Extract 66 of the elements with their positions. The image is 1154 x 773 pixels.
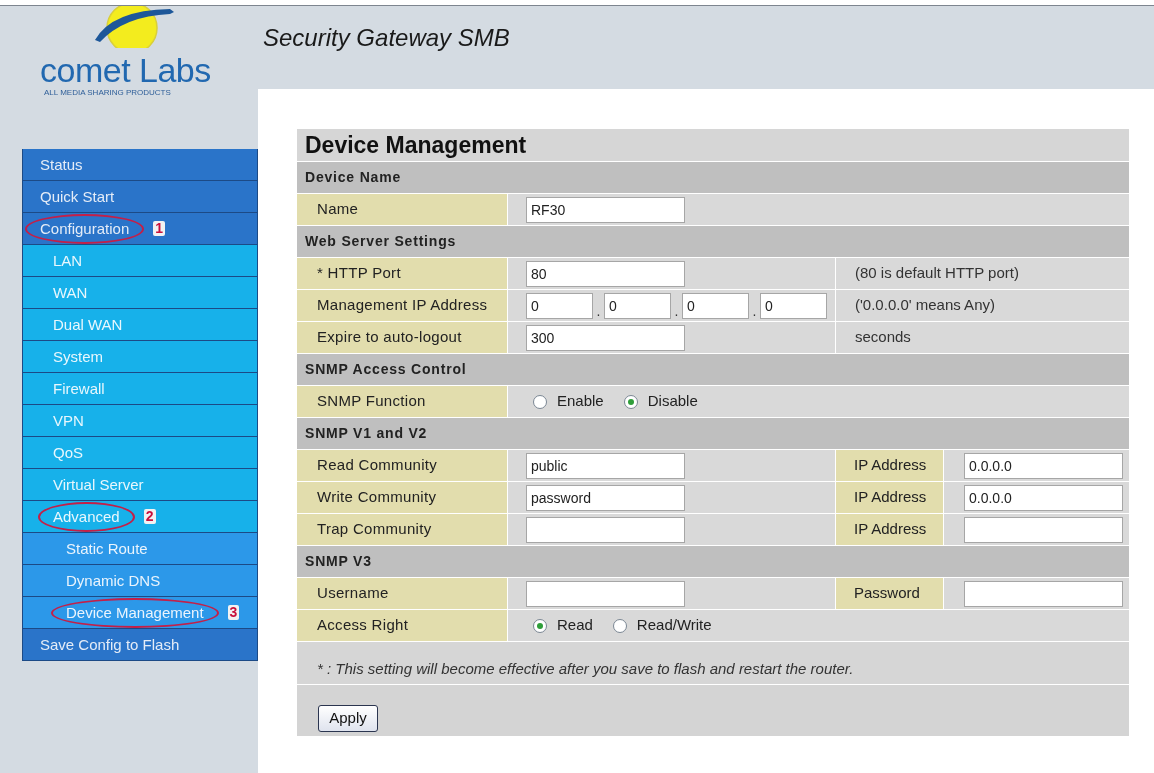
radio-button[interactable] <box>533 394 547 409</box>
annotation-number: 3 <box>227 605 240 620</box>
text-field[interactable] <box>526 580 685 607</box>
field-label: Read Community <box>317 455 438 476</box>
section-title: SNMP V3 <box>305 552 372 571</box>
section-title: Web Server Settings <box>305 232 457 251</box>
field-hint: (80 is default HTTP port) <box>855 263 1019 284</box>
annotation-ring-icon <box>38 501 135 532</box>
sidebar-item[interactable]: Device Management 3 <box>23 597 257 629</box>
ip-octet-field[interactable]: 0 <box>682 292 749 319</box>
octet-separator: . <box>595 302 602 319</box>
ip-octet-field[interactable]: 0 <box>526 292 593 319</box>
field-label: Management IP Address <box>317 295 488 316</box>
sidebar-item[interactable]: Status <box>23 149 257 181</box>
field-label: Trap Community <box>317 519 432 540</box>
text-field[interactable]: RF30 <box>526 196 685 223</box>
apply-button[interactable]: Apply <box>318 705 378 732</box>
field-label: Write Community <box>317 487 437 508</box>
section-title: Device Name <box>305 168 401 187</box>
section-title: SNMP Access Control <box>305 360 467 379</box>
radio-label[interactable]: Read <box>557 614 593 637</box>
text-field[interactable]: 0.0.0.0 <box>964 484 1123 511</box>
radio-button[interactable] <box>533 618 547 633</box>
annotation-number: 2 <box>143 509 156 524</box>
annotation-number: 1 <box>153 221 166 236</box>
sidebar-item[interactable]: Quick Start <box>23 181 257 213</box>
footnote-text: * : This setting will become effective after you save to flash and restart the router. <box>317 658 854 679</box>
sidebar-item[interactable]: Advanced 2 <box>23 501 257 533</box>
field-label: IP Address <box>854 455 927 476</box>
text-field[interactable] <box>526 516 685 543</box>
field-hint: seconds <box>855 327 911 348</box>
field-label: * HTTP Port <box>317 263 401 284</box>
annotation-ring-icon <box>51 597 219 628</box>
field-label: IP Address <box>854 519 927 540</box>
field-label: Name <box>317 199 359 220</box>
field-label: Username <box>317 583 389 604</box>
logo-wordmark: comet Labs <box>40 53 211 87</box>
octet-separator: . <box>751 302 758 319</box>
field-hint: ('0.0.0.0' means Any) <box>855 295 995 316</box>
field-label: Expire to auto-logout <box>317 327 462 348</box>
text-field[interactable]: 80 <box>526 260 685 287</box>
app-title: Security Gateway SMB <box>263 24 510 51</box>
text-field[interactable]: 0.0.0.0 <box>964 452 1123 479</box>
field-label: SNMP Function <box>317 391 426 412</box>
radio-label[interactable]: Read/Write <box>636 614 712 637</box>
text-field[interactable] <box>964 516 1123 543</box>
radio-label[interactable]: Disable <box>647 390 698 413</box>
page-title: Device Management <box>305 130 527 160</box>
radio-button[interactable] <box>623 394 638 409</box>
ip-octet-field[interactable]: 0 <box>604 292 671 319</box>
ip-octet-field[interactable]: 0 <box>760 292 827 319</box>
field-label: IP Address <box>854 487 927 508</box>
text-field[interactable] <box>964 580 1123 607</box>
section-title: SNMP V1 and V2 <box>305 424 428 443</box>
radio-label[interactable]: Enable <box>557 390 604 413</box>
radio-button[interactable] <box>612 618 627 633</box>
text-field[interactable]: password <box>526 484 685 511</box>
field-label: Access Right <box>317 615 409 636</box>
text-field[interactable]: public <box>526 452 685 479</box>
text-field[interactable]: 300 <box>526 324 685 351</box>
annotation-ring-icon <box>25 213 145 244</box>
field-label: Password <box>854 583 920 604</box>
sidebar-item[interactable]: Configuration 1 <box>23 213 257 245</box>
octet-separator: . <box>673 302 680 319</box>
logo-tagline: ALL MEDIA SHARING PRODUCTS <box>44 88 171 97</box>
sidebar-item[interactable]: Save Config to Flash <box>23 629 257 661</box>
